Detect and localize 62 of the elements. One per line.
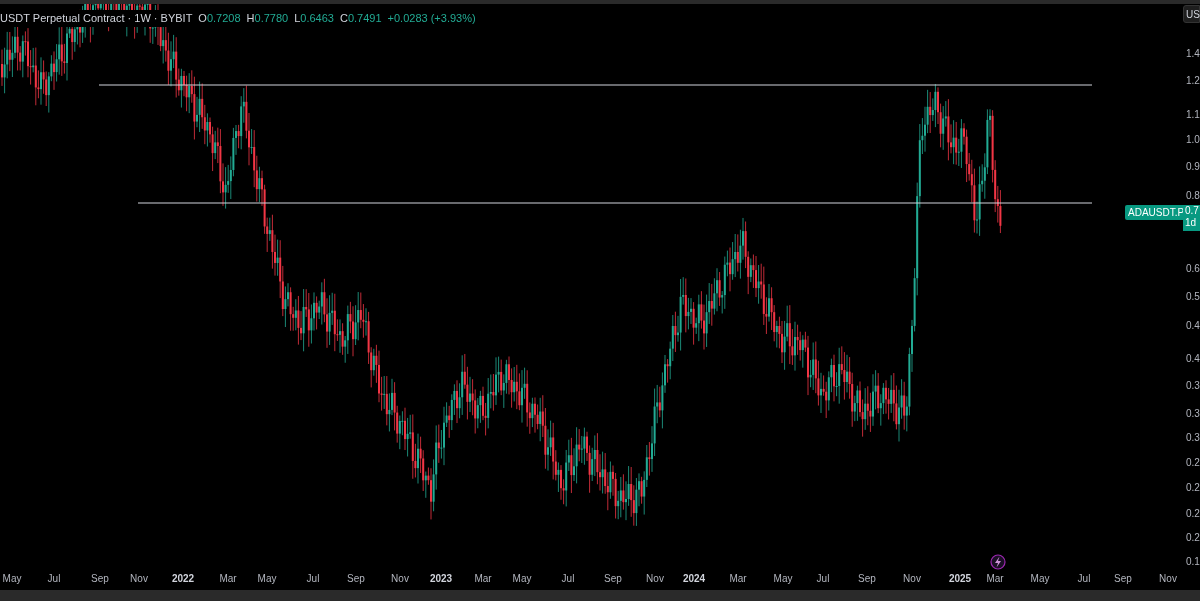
price-axis-label: 0.3 (1186, 380, 1200, 391)
time-axis-label: May (773, 573, 793, 584)
price-axis-label: 1.4 (1186, 48, 1200, 59)
price-axis-label: 0.4 (1186, 320, 1200, 331)
horizontal-line[interactable] (98, 84, 1093, 86)
symbol-title: USDT Perpetual Contract · 1W · BYBIT (0, 10, 193, 27)
time-axis-label: Sep (1114, 573, 1132, 584)
price-axis-label: 0.3 (1186, 432, 1200, 443)
time-axis-label: Sep (91, 573, 109, 584)
time-axis-label: Mar (729, 573, 747, 584)
ohlc-label: H (246, 11, 255, 26)
horizontal-line[interactable] (137, 202, 1093, 204)
price-axis-label: 0.8 (1186, 190, 1200, 201)
time-axis-label: Nov (130, 573, 148, 584)
price-axis-label: 0.4 (1186, 353, 1200, 364)
price-change: +0.0283 (+3.93%) (387, 11, 476, 26)
price-axis-label: 1.0 (1186, 134, 1200, 145)
price-axis-label: 0.3 (1186, 408, 1200, 419)
price-axis-label: 0.9 (1186, 161, 1200, 172)
time-axis-label: Sep (347, 573, 365, 584)
time-axis-label: Nov (903, 573, 921, 584)
ohlc-label: C (339, 11, 348, 26)
countdown: 1d (1185, 217, 1198, 229)
time-axis-label: Jul (561, 573, 575, 584)
time-axis-label: Sep (604, 573, 622, 584)
lightning-icon[interactable] (990, 554, 1006, 570)
time-axis-label: May (257, 573, 277, 584)
time-axis-label: Mar (219, 573, 237, 584)
price-axis-label: 0.2 (1186, 532, 1200, 543)
time-axis-label: Nov (391, 573, 409, 584)
currency-button[interactable]: US (1183, 5, 1200, 23)
price-value: 0.7 (1185, 205, 1200, 217)
price-axis-label: 1.1 (1186, 109, 1200, 120)
time-axis-label: Mar (474, 573, 492, 584)
time-axis-label: Jul (1077, 573, 1091, 584)
time-axis-label: May (2, 573, 22, 584)
price-axis-label: 0.2 (1186, 457, 1200, 468)
time-axis-label: 2022 (171, 573, 195, 584)
ohlc-label: O (198, 11, 207, 26)
price-axis-label: 0.2 (1186, 508, 1200, 519)
ohlc-value: 0.7491 (347, 11, 382, 26)
price-axis-label: 0.1 (1186, 556, 1200, 567)
time-axis-label: Nov (1159, 573, 1177, 584)
time-axis-label: Mar (986, 573, 1004, 584)
time-axis-label: May (512, 573, 532, 584)
ohlc-label: L (294, 11, 301, 26)
time-axis-label: Jul (816, 573, 830, 584)
ohlc-value: 0.7780 (254, 11, 289, 26)
time-axis-label: 2025 (948, 573, 972, 584)
ohlc-value: 0.7208 (206, 11, 241, 26)
time-axis-label: 2023 (429, 573, 453, 584)
time-axis-label: Jul (47, 573, 61, 584)
time-axis-label: Jul (306, 573, 320, 584)
price-axis-label: 0.2 (1186, 482, 1200, 493)
time-axis-label: May (1030, 573, 1050, 584)
price-axis-label: 0.6 (1186, 263, 1200, 274)
time-axis-label: 2024 (682, 573, 706, 584)
price-axis-label: 1.2 (1186, 75, 1200, 86)
ohlc-value: 0.6463 (300, 11, 334, 26)
time-axis-label: Sep (858, 573, 876, 584)
price-axis-label: 0.5 (1186, 291, 1200, 302)
time-axis-label: Nov (646, 573, 664, 584)
